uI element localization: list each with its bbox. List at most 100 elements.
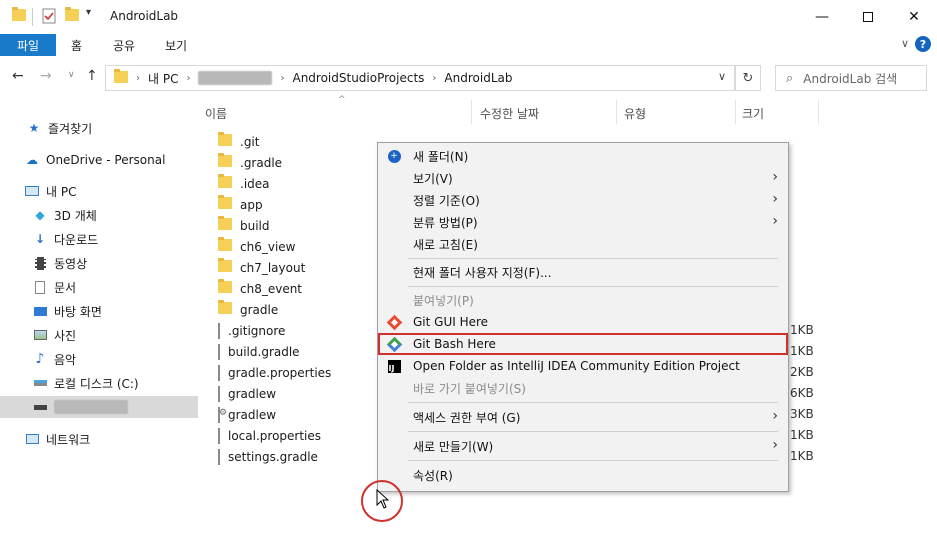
tab-view[interactable]: 보기 [165,37,187,54]
close-icon: ✕ [908,9,920,25]
file-row[interactable]: gradlew [218,383,378,404]
column-size[interactable]: 크기 [742,105,764,122]
search-icon: ⌕ [786,70,794,86]
redacted-drive-label: XXXXXXXXX [54,400,128,414]
file-row[interactable]: ch7_layout [218,257,378,278]
sidebar-item-downloads[interactable]: ↓ 다운로드 [0,228,198,250]
tab-file[interactable]: 파일 [0,34,56,56]
menu-item-give-access[interactable]: 액세스 권한 부여 (G) › [378,406,788,428]
forward-button[interactable]: → [40,68,52,84]
column-divider[interactable] [735,100,736,124]
sidebar-item-local-disk-c[interactable]: 로컬 디스크 (C:) [0,372,198,394]
up-button[interactable]: ↑ [86,68,98,84]
menu-item-new-folder[interactable]: + 새 폴더(N) [378,145,788,167]
file-name: gradle.properties [228,365,332,380]
menu-item-view[interactable]: 보기(V) › [378,167,788,189]
menu-item-refresh[interactable]: 새로 고침(E) [378,233,788,255]
menu-separator [408,431,778,432]
file-icon [218,343,220,360]
expand-ribbon-icon[interactable]: ∨ [901,37,909,50]
sidebar-item-videos[interactable]: 동영상 [0,252,198,274]
menu-separator [408,460,778,461]
menu-item-properties[interactable]: 속성(R) [378,464,788,486]
menu-item-customize-folder[interactable]: 현재 폴더 사용자 지정(F)... [378,261,788,283]
column-name[interactable]: 이름 [205,105,227,122]
folder-icon [218,279,232,296]
refresh-button[interactable]: ↻ [735,65,761,91]
file-row[interactable]: gradle [218,299,378,320]
maximize-button[interactable] [845,0,891,34]
menu-item-git-bash-here[interactable]: Git Bash Here [378,333,788,355]
sidebar-item-onedrive[interactable]: ☁ OneDrive - Personal [0,149,198,171]
file-row[interactable]: .git [218,131,378,152]
tab-home[interactable]: 홈 [71,37,82,54]
file-row[interactable]: app [218,194,378,215]
address-dropdown-icon[interactable]: ∨ [718,70,726,83]
address-bar[interactable]: › 내 PC › XXXXXXXXX › AndroidStudioProjec… [105,65,735,91]
sidebar-item-3d-objects[interactable]: ◆ 3D 개체 [0,204,198,226]
redacted-breadcrumb[interactable]: XXXXXXXXX [198,71,273,85]
file-icon [218,322,220,339]
menu-item-git-gui-here[interactable]: Git GUI Here [378,311,788,333]
customize-quick-access-icon[interactable]: ▾ [86,7,91,23]
sidebar-item-redacted-drive[interactable]: XXXXXXXXX [0,396,198,418]
cube-icon: ◆ [35,208,45,222]
file-row[interactable]: ch6_view [218,236,378,257]
file-name: local.properties [228,428,322,443]
file-row[interactable]: build.gradle [218,341,378,362]
properties-icon[interactable] [42,8,56,24]
sidebar-item-pictures[interactable]: 사진 [0,324,198,346]
minimize-button[interactable]: — [799,0,845,34]
menu-separator [408,402,778,403]
breadcrumb-androidlab[interactable]: AndroidLab [444,71,512,85]
search-placeholder: AndroidLab 검색 [803,71,898,86]
menu-item-sort-by[interactable]: 정렬 기준(O) › [378,189,788,211]
tab-share[interactable]: 공유 [113,37,135,54]
column-divider[interactable] [818,100,819,124]
file-name: .gradle [240,155,283,170]
file-row[interactable]: .gitignore [218,320,378,341]
help-icon[interactable]: ? [915,36,931,52]
drive-icon [32,400,48,414]
column-divider[interactable] [616,100,617,124]
back-button[interactable]: ← [12,68,24,84]
file-size: 1KB [790,428,814,442]
column-date-modified[interactable]: 수정한 날짜 [480,105,539,122]
sidebar-item-network[interactable]: 네트워크 [0,428,198,450]
folder-icon [218,174,232,191]
menu-item-paste-shortcut[interactable]: 바로 가기 붙여넣기(S) [378,377,788,399]
sidebar-item-music[interactable]: ♪ 음악 [0,348,198,370]
file-row[interactable]: build [218,215,378,236]
column-type[interactable]: 유형 [624,105,646,122]
sidebar-item-favorites[interactable]: ★ 즐겨찾기 [0,117,198,139]
breadcrumb-this-pc[interactable]: 내 PC [148,70,178,87]
recent-locations-chevron-icon[interactable]: ∨ [68,70,75,80]
file-row[interactable]: local.properties [218,425,378,446]
folder-icon [218,216,232,233]
close-button[interactable]: ✕ [891,0,937,34]
git-gui-icon [386,314,402,330]
menu-item-group-by[interactable]: 분류 방법(P) › [378,211,788,233]
new-folder-quick-icon[interactable] [65,7,79,25]
sidebar-item-this-pc[interactable]: 내 PC [0,180,198,202]
file-name: build.gradle [228,344,300,359]
column-divider[interactable] [471,100,472,124]
submenu-arrow-icon: › [772,213,778,229]
sidebar-item-label: 음악 [54,352,77,367]
file-row[interactable]: gradlew [218,404,378,425]
sidebar-item-documents[interactable]: 문서 [0,276,198,298]
file-row[interactable]: gradle.properties [218,362,378,383]
file-row[interactable]: .gradle [218,152,378,173]
menu-item-new[interactable]: 새로 만들기(W) › [378,435,788,457]
file-row[interactable]: .idea [218,173,378,194]
breadcrumb-androidstudioprojects[interactable]: AndroidStudioProjects [292,71,424,85]
sidebar-item-label: 사진 [54,328,77,343]
search-box[interactable]: ⌕ AndroidLab 검색 [775,65,927,91]
sidebar-item-desktop[interactable]: 바탕 화면 [0,300,198,322]
file-row[interactable]: ch8_event [218,278,378,299]
menu-item-open-intellij[interactable]: IJ Open Folder as IntelliJ IDEA Communit… [378,355,788,377]
menu-item-paste[interactable]: 붙여넣기(P) [378,289,788,311]
chevron-right-icon: › [280,72,285,84]
git-bash-icon [386,336,402,352]
file-row[interactable]: settings.gradle [218,446,378,467]
